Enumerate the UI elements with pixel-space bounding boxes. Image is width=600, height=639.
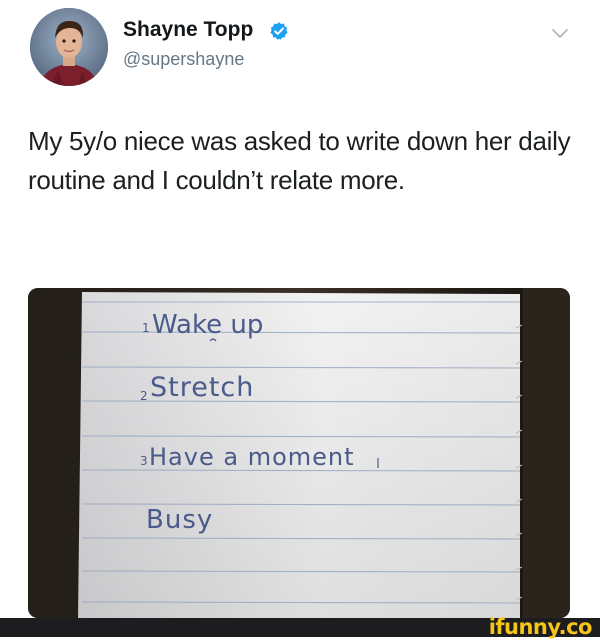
display-name[interactable]: Shayne Topp [123, 18, 253, 42]
note-line-text: Have a moment [149, 443, 355, 471]
tweet-photo[interactable]: 1 Wake up 2 Stretch 3 Have a moment Busy [28, 288, 570, 618]
note-line-number: 1 [142, 321, 150, 335]
avatar[interactable] [30, 8, 108, 86]
chevron-down-icon[interactable] [551, 28, 569, 40]
watermark-bar: ifunny.co [0, 615, 600, 639]
note-line-text: Busy [146, 505, 213, 535]
note-line-number: 3 [140, 454, 148, 468]
note-line-text: Wake up [152, 310, 263, 340]
handle[interactable]: @supershayne [123, 49, 244, 70]
tweet-text: My 5y/o niece was asked to write down he… [28, 126, 571, 195]
note-line-number: 2 [140, 389, 148, 403]
watermark-logo: ifunny.co [488, 615, 593, 639]
note-line-text: Stretch [150, 372, 254, 403]
verified-badge-icon [270, 22, 288, 40]
